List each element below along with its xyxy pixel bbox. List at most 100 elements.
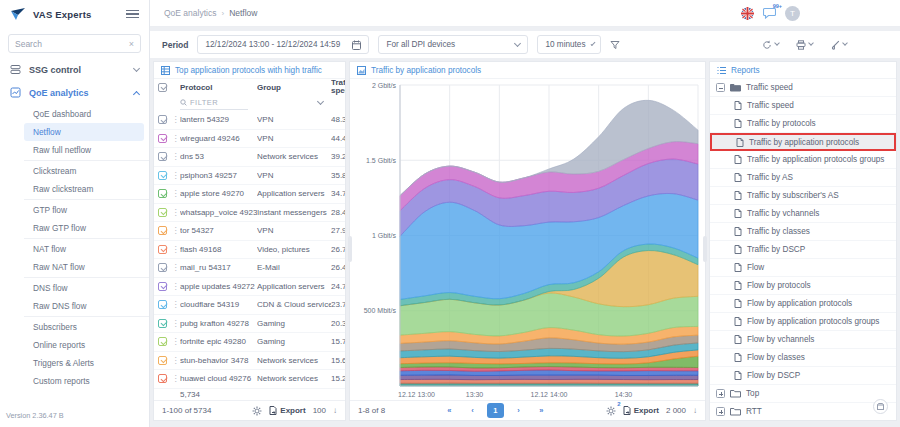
table-row[interactable]: ⋮dns 53Network services39.2 (154, 148, 345, 167)
collapse-box-icon[interactable] (716, 83, 725, 92)
sidebar-section-ssg-control[interactable]: SSG control (0, 58, 149, 81)
panel-resize-handle-right[interactable] (703, 236, 707, 262)
calendar-icon[interactable] (352, 40, 361, 50)
row-checkbox[interactable] (158, 337, 167, 346)
table-row[interactable]: ⋮whatsapp_voice 49234Instant messengers2… (154, 204, 345, 223)
drag-handle-icon[interactable]: ⋮ (171, 263, 180, 272)
sidebar-item-online-reports[interactable]: Online reports (24, 336, 144, 354)
table-row[interactable]: ⋮stun-behavior 3478Network services15.6 (154, 352, 345, 371)
report-item-traffic-by-vchannels[interactable]: Traffic by vchannels (710, 205, 896, 223)
chart-export-button[interactable]: Export (623, 406, 659, 415)
report-item-rtt[interactable]: RTT (710, 403, 896, 421)
report-item-flow-by-classes[interactable]: Flow by classes (710, 349, 896, 367)
sidebar-section-qoe-analytics[interactable]: QoE analytics (0, 81, 149, 104)
chart-page-size-select[interactable]: 2 000 (666, 406, 686, 415)
table-row[interactable]: ⋮wireguard 49246VPN44.4 (154, 130, 345, 149)
report-item-flow-by-application-protocols-groups[interactable]: Flow by application protocols groups (710, 313, 896, 331)
sidebar-item-subscribers[interactable]: Subscribers (24, 318, 144, 336)
refresh-menu[interactable] (762, 40, 779, 50)
drag-handle-icon[interactable]: ⋮ (171, 189, 180, 198)
protocol-filter-input[interactable]: FILTER (180, 97, 248, 110)
sidebar-item-dns-flow[interactable]: DNS flow (24, 279, 144, 297)
drag-handle-icon[interactable]: ⋮ (171, 300, 180, 309)
clear-search-icon[interactable]: × (129, 39, 134, 49)
sidebar-item-raw-full-netflow[interactable]: Raw full netflow (24, 141, 144, 159)
drag-handle-icon[interactable]: ⋮ (171, 171, 180, 180)
avatar[interactable]: T (785, 6, 800, 21)
report-item-traffic-by-as[interactable]: Traffic by AS (710, 169, 896, 187)
drag-handle-icon[interactable]: ⋮ (171, 152, 180, 161)
group-filter-select[interactable] (257, 102, 331, 104)
table-row[interactable]: ⋮apple updates 49272Application servers2… (154, 278, 345, 297)
sidebar-item-triggers-alerts[interactable]: Triggers & Alerts (24, 354, 144, 372)
export-button[interactable]: Export (269, 406, 305, 415)
row-checkbox[interactable] (158, 245, 167, 254)
collapse-panel-button[interactable] (873, 399, 888, 414)
report-item-flow-by-application-protocols[interactable]: Flow by application protocols (710, 295, 896, 313)
report-item-traffic-speed[interactable]: Traffic speed (710, 97, 896, 115)
drag-handle-icon[interactable]: ⋮ (171, 282, 180, 291)
drag-handle-icon[interactable]: ⋮ (171, 226, 180, 235)
table-row[interactable]: ⋮psiphon3 49257VPN35.8 (154, 167, 345, 186)
drag-handle-icon[interactable]: ⋮ (171, 319, 180, 328)
current-page-button[interactable]: 1 (487, 403, 504, 418)
next-page-button[interactable]: › (510, 403, 527, 418)
panel-resize-handle-left[interactable] (348, 236, 352, 262)
sidebar-item-raw-clickstream[interactable]: Raw clickstream (24, 180, 144, 198)
report-item-traffic-by-subscriber-s-as[interactable]: Traffic by subscriber's AS (710, 187, 896, 205)
row-checkbox[interactable] (158, 189, 167, 198)
chat-button[interactable]: 99+ (763, 7, 776, 19)
col-group[interactable]: Group (257, 83, 331, 92)
prev-page-button[interactable]: ‹ (464, 403, 481, 418)
table-row[interactable]: ⋮pubg krafton 49278Gaming20.3 (154, 315, 345, 334)
report-item-traffic-by-classes[interactable]: Traffic by classes (710, 223, 896, 241)
report-item-traffic-by-dscp[interactable]: Traffic by DSCP (710, 241, 896, 259)
stacked-area-chart[interactable]: 2 Gbit/s1.5 Gbit/s1 Gbit/s500 Mbit/s12.1… (350, 79, 705, 401)
drag-handle-icon[interactable]: ⋮ (171, 337, 180, 346)
row-checkbox[interactable] (158, 134, 167, 143)
table-row[interactable]: ⋮cloudflare 54319CDN & Cloud services23.… (154, 296, 345, 315)
search-input[interactable] (15, 39, 129, 49)
row-checkbox[interactable] (158, 226, 167, 235)
drag-handle-icon[interactable]: ⋮ (171, 208, 180, 217)
table-row[interactable]: ⋮huawei cloud 49276Network services15.2 (154, 370, 345, 389)
drag-handle-icon[interactable]: ⋮ (171, 374, 180, 383)
report-item-flow-by-vchannels[interactable]: Flow by vchannels (710, 331, 896, 349)
col-traffic-speed[interactable]: Traffic speed (331, 79, 345, 95)
expand-box-icon[interactable] (716, 389, 725, 398)
drag-handle-icon[interactable]: ⋮ (171, 245, 180, 254)
sidebar-item-nat-flow[interactable]: NAT flow (24, 240, 144, 258)
report-item-flow[interactable]: Flow (710, 259, 896, 277)
settings-gear-icon[interactable] (252, 406, 262, 416)
drag-handle-icon[interactable]: ⋮ (171, 115, 180, 124)
row-checkbox[interactable] (158, 356, 167, 365)
report-item-top[interactable]: Top (710, 385, 896, 403)
table-row[interactable]: ⋮lantern 54329VPN48.3 (154, 111, 345, 130)
table-row[interactable]: ⋮mail_ru 54317E-Mail26.4 (154, 259, 345, 278)
sidebar-item-qoe-dashboard[interactable]: QoE dashboard (24, 105, 144, 123)
report-item-traffic-by-application-protocols[interactable]: Traffic by application protocols (710, 133, 896, 151)
print-menu[interactable] (796, 40, 813, 50)
report-item-traffic-by-protocols[interactable]: Traffic by protocols (710, 115, 896, 133)
drag-handle-icon[interactable]: ⋮ (171, 356, 180, 365)
sidebar-search[interactable]: × (8, 34, 141, 53)
select-all-checkbox[interactable] (158, 83, 167, 92)
report-item-flow-by-protocols[interactable]: Flow by protocols (710, 277, 896, 295)
download-arrow-icon[interactable]: ↓ (693, 406, 697, 415)
table-row[interactable]: ⋮tor 54327VPN27.9 (154, 222, 345, 241)
language-flag-icon[interactable] (741, 7, 754, 20)
breadcrumb-parent[interactable]: QoE analytics (164, 8, 216, 18)
table-row[interactable]: ⋮fortnite epic 49280Gaming15.7 (154, 333, 345, 352)
sidebar-item-custom-reports[interactable]: Custom reports (24, 372, 144, 390)
sidebar-item-clickstream[interactable]: Clickstream (24, 162, 144, 180)
row-checkbox[interactable] (158, 374, 167, 383)
sidebar-item-raw-dns-flow[interactable]: Raw DNS flow (24, 297, 144, 315)
sidebar-item-raw-nat-flow[interactable]: Raw NAT flow (24, 258, 144, 276)
row-checkbox[interactable] (158, 171, 167, 180)
row-checkbox[interactable] (158, 319, 167, 328)
first-page-button[interactable]: « (441, 403, 458, 418)
menu-toggle-icon[interactable] (126, 10, 139, 18)
dpi-device-select[interactable]: For all DPI devices (378, 35, 528, 54)
page-size-select[interactable]: 100 (313, 406, 326, 415)
report-item-traffic-by-application-protocols-groups[interactable]: Traffic by application protocols groups (710, 151, 896, 169)
